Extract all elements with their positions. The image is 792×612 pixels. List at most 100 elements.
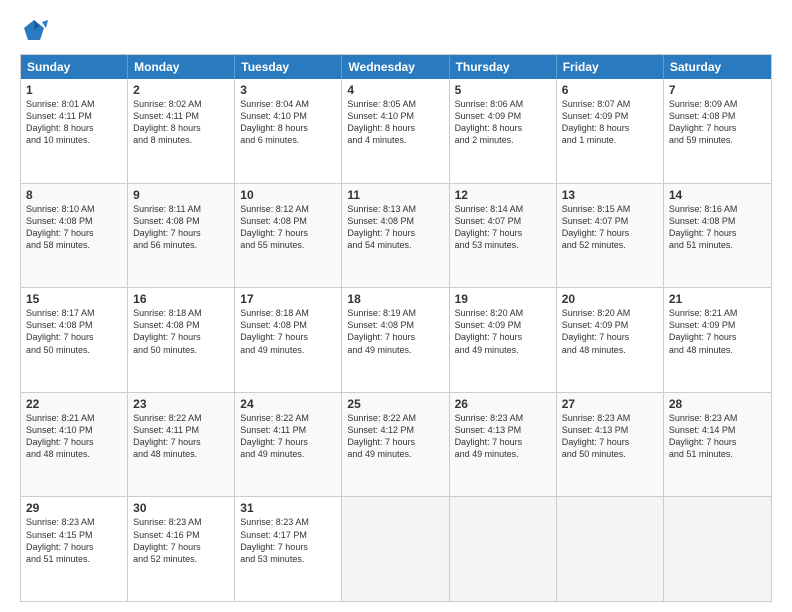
calendar-header: SundayMondayTuesdayWednesdayThursdayFrid… — [21, 55, 771, 79]
cal-cell-day-12: 12Sunrise: 8:14 AM Sunset: 4:07 PM Dayli… — [450, 184, 557, 288]
day-number: 12 — [455, 188, 551, 202]
cal-header-tuesday: Tuesday — [235, 55, 342, 79]
day-data: Sunrise: 8:23 AM Sunset: 4:13 PM Dayligh… — [562, 412, 658, 461]
day-data: Sunrise: 8:20 AM Sunset: 4:09 PM Dayligh… — [455, 307, 551, 356]
cal-cell-day-23: 23Sunrise: 8:22 AM Sunset: 4:11 PM Dayli… — [128, 393, 235, 497]
cal-cell-day-21: 21Sunrise: 8:21 AM Sunset: 4:09 PM Dayli… — [664, 288, 771, 392]
day-number: 24 — [240, 397, 336, 411]
day-data: Sunrise: 8:17 AM Sunset: 4:08 PM Dayligh… — [26, 307, 122, 356]
cal-cell-day-6: 6Sunrise: 8:07 AM Sunset: 4:09 PM Daylig… — [557, 79, 664, 183]
day-number: 23 — [133, 397, 229, 411]
day-data: Sunrise: 8:23 AM Sunset: 4:13 PM Dayligh… — [455, 412, 551, 461]
cal-cell-day-30: 30Sunrise: 8:23 AM Sunset: 4:16 PM Dayli… — [128, 497, 235, 601]
day-number: 15 — [26, 292, 122, 306]
day-number: 18 — [347, 292, 443, 306]
day-number: 31 — [240, 501, 336, 515]
day-data: Sunrise: 8:14 AM Sunset: 4:07 PM Dayligh… — [455, 203, 551, 252]
day-data: Sunrise: 8:06 AM Sunset: 4:09 PM Dayligh… — [455, 98, 551, 147]
day-data: Sunrise: 8:23 AM Sunset: 4:14 PM Dayligh… — [669, 412, 766, 461]
cal-row-5: 29Sunrise: 8:23 AM Sunset: 4:15 PM Dayli… — [21, 496, 771, 601]
day-number: 30 — [133, 501, 229, 515]
day-number: 16 — [133, 292, 229, 306]
cal-cell-empty — [450, 497, 557, 601]
cal-cell-day-17: 17Sunrise: 8:18 AM Sunset: 4:08 PM Dayli… — [235, 288, 342, 392]
cal-cell-day-18: 18Sunrise: 8:19 AM Sunset: 4:08 PM Dayli… — [342, 288, 449, 392]
day-number: 19 — [455, 292, 551, 306]
cal-cell-day-29: 29Sunrise: 8:23 AM Sunset: 4:15 PM Dayli… — [21, 497, 128, 601]
cal-cell-day-15: 15Sunrise: 8:17 AM Sunset: 4:08 PM Dayli… — [21, 288, 128, 392]
cal-cell-day-25: 25Sunrise: 8:22 AM Sunset: 4:12 PM Dayli… — [342, 393, 449, 497]
header — [20, 16, 772, 44]
day-number: 1 — [26, 83, 122, 97]
day-data: Sunrise: 8:02 AM Sunset: 4:11 PM Dayligh… — [133, 98, 229, 147]
cal-cell-day-19: 19Sunrise: 8:20 AM Sunset: 4:09 PM Dayli… — [450, 288, 557, 392]
logo-icon — [20, 16, 48, 44]
day-data: Sunrise: 8:18 AM Sunset: 4:08 PM Dayligh… — [240, 307, 336, 356]
day-data: Sunrise: 8:13 AM Sunset: 4:08 PM Dayligh… — [347, 203, 443, 252]
cal-header-thursday: Thursday — [450, 55, 557, 79]
cal-cell-day-24: 24Sunrise: 8:22 AM Sunset: 4:11 PM Dayli… — [235, 393, 342, 497]
cal-row-3: 15Sunrise: 8:17 AM Sunset: 4:08 PM Dayli… — [21, 287, 771, 392]
cal-cell-day-2: 2Sunrise: 8:02 AM Sunset: 4:11 PM Daylig… — [128, 79, 235, 183]
day-data: Sunrise: 8:22 AM Sunset: 4:11 PM Dayligh… — [133, 412, 229, 461]
day-data: Sunrise: 8:19 AM Sunset: 4:08 PM Dayligh… — [347, 307, 443, 356]
cal-cell-day-31: 31Sunrise: 8:23 AM Sunset: 4:17 PM Dayli… — [235, 497, 342, 601]
day-data: Sunrise: 8:05 AM Sunset: 4:10 PM Dayligh… — [347, 98, 443, 147]
day-data: Sunrise: 8:23 AM Sunset: 4:15 PM Dayligh… — [26, 516, 122, 565]
day-number: 8 — [26, 188, 122, 202]
day-data: Sunrise: 8:07 AM Sunset: 4:09 PM Dayligh… — [562, 98, 658, 147]
cal-header-saturday: Saturday — [664, 55, 771, 79]
cal-cell-day-3: 3Sunrise: 8:04 AM Sunset: 4:10 PM Daylig… — [235, 79, 342, 183]
day-data: Sunrise: 8:22 AM Sunset: 4:11 PM Dayligh… — [240, 412, 336, 461]
cal-cell-day-5: 5Sunrise: 8:06 AM Sunset: 4:09 PM Daylig… — [450, 79, 557, 183]
day-data: Sunrise: 8:12 AM Sunset: 4:08 PM Dayligh… — [240, 203, 336, 252]
cal-header-sunday: Sunday — [21, 55, 128, 79]
day-data: Sunrise: 8:16 AM Sunset: 4:08 PM Dayligh… — [669, 203, 766, 252]
cal-cell-day-4: 4Sunrise: 8:05 AM Sunset: 4:10 PM Daylig… — [342, 79, 449, 183]
day-data: Sunrise: 8:11 AM Sunset: 4:08 PM Dayligh… — [133, 203, 229, 252]
cal-cell-day-1: 1Sunrise: 8:01 AM Sunset: 4:11 PM Daylig… — [21, 79, 128, 183]
calendar-body: 1Sunrise: 8:01 AM Sunset: 4:11 PM Daylig… — [21, 79, 771, 601]
day-number: 29 — [26, 501, 122, 515]
day-data: Sunrise: 8:21 AM Sunset: 4:09 PM Dayligh… — [669, 307, 766, 356]
cal-row-4: 22Sunrise: 8:21 AM Sunset: 4:10 PM Dayli… — [21, 392, 771, 497]
cal-cell-day-10: 10Sunrise: 8:12 AM Sunset: 4:08 PM Dayli… — [235, 184, 342, 288]
cal-row-2: 8Sunrise: 8:10 AM Sunset: 4:08 PM Daylig… — [21, 183, 771, 288]
cal-cell-day-14: 14Sunrise: 8:16 AM Sunset: 4:08 PM Dayli… — [664, 184, 771, 288]
day-number: 5 — [455, 83, 551, 97]
day-number: 3 — [240, 83, 336, 97]
day-data: Sunrise: 8:15 AM Sunset: 4:07 PM Dayligh… — [562, 203, 658, 252]
cal-cell-day-16: 16Sunrise: 8:18 AM Sunset: 4:08 PM Dayli… — [128, 288, 235, 392]
cal-cell-day-22: 22Sunrise: 8:21 AM Sunset: 4:10 PM Dayli… — [21, 393, 128, 497]
day-data: Sunrise: 8:01 AM Sunset: 4:11 PM Dayligh… — [26, 98, 122, 147]
page: SundayMondayTuesdayWednesdayThursdayFrid… — [0, 0, 792, 612]
day-number: 21 — [669, 292, 766, 306]
day-data: Sunrise: 8:23 AM Sunset: 4:17 PM Dayligh… — [240, 516, 336, 565]
day-number: 2 — [133, 83, 229, 97]
day-number: 26 — [455, 397, 551, 411]
day-number: 11 — [347, 188, 443, 202]
day-data: Sunrise: 8:10 AM Sunset: 4:08 PM Dayligh… — [26, 203, 122, 252]
day-number: 7 — [669, 83, 766, 97]
cal-cell-day-9: 9Sunrise: 8:11 AM Sunset: 4:08 PM Daylig… — [128, 184, 235, 288]
cal-header-friday: Friday — [557, 55, 664, 79]
day-data: Sunrise: 8:18 AM Sunset: 4:08 PM Dayligh… — [133, 307, 229, 356]
day-data: Sunrise: 8:23 AM Sunset: 4:16 PM Dayligh… — [133, 516, 229, 565]
day-data: Sunrise: 8:09 AM Sunset: 4:08 PM Dayligh… — [669, 98, 766, 147]
cal-cell-day-20: 20Sunrise: 8:20 AM Sunset: 4:09 PM Dayli… — [557, 288, 664, 392]
cal-row-1: 1Sunrise: 8:01 AM Sunset: 4:11 PM Daylig… — [21, 79, 771, 183]
cal-cell-day-8: 8Sunrise: 8:10 AM Sunset: 4:08 PM Daylig… — [21, 184, 128, 288]
day-data: Sunrise: 8:20 AM Sunset: 4:09 PM Dayligh… — [562, 307, 658, 356]
cal-cell-empty — [557, 497, 664, 601]
cal-cell-day-26: 26Sunrise: 8:23 AM Sunset: 4:13 PM Dayli… — [450, 393, 557, 497]
day-number: 20 — [562, 292, 658, 306]
day-data: Sunrise: 8:21 AM Sunset: 4:10 PM Dayligh… — [26, 412, 122, 461]
day-number: 17 — [240, 292, 336, 306]
logo — [20, 16, 52, 44]
day-data: Sunrise: 8:22 AM Sunset: 4:12 PM Dayligh… — [347, 412, 443, 461]
day-number: 27 — [562, 397, 658, 411]
cal-header-monday: Monday — [128, 55, 235, 79]
cal-cell-empty — [664, 497, 771, 601]
cal-cell-day-27: 27Sunrise: 8:23 AM Sunset: 4:13 PM Dayli… — [557, 393, 664, 497]
cal-cell-day-28: 28Sunrise: 8:23 AM Sunset: 4:14 PM Dayli… — [664, 393, 771, 497]
